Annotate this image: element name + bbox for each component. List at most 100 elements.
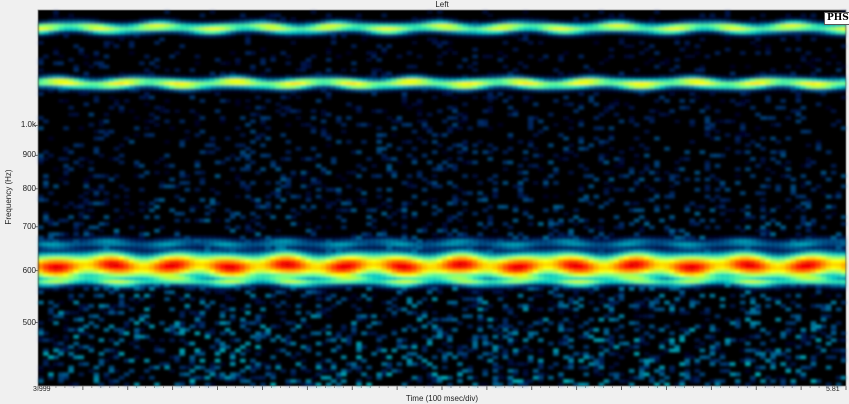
heatmap-cell <box>442 92 448 96</box>
heatmap-cell <box>89 160 95 164</box>
heatmap-cell <box>210 249 216 253</box>
heatmap-cell <box>422 177 428 181</box>
heatmap-cell <box>518 184 524 188</box>
heatmap-cell <box>291 78 297 82</box>
heatmap-cell <box>275 109 281 113</box>
heatmap-cell <box>487 157 493 161</box>
heatmap-cell <box>487 13 493 17</box>
heatmap-cell <box>366 20 372 24</box>
heatmap-cell <box>83 184 89 188</box>
heatmap-cell <box>528 20 534 24</box>
heatmap-cell <box>806 143 812 147</box>
heatmap-cell <box>109 95 115 99</box>
heatmap-cell <box>644 266 650 270</box>
heatmap-cell <box>245 106 251 110</box>
heatmap-cell <box>361 232 367 236</box>
heatmap-cell <box>503 260 509 264</box>
heatmap-cell <box>341 89 347 93</box>
heatmap-cell <box>119 72 125 76</box>
heatmap-cell <box>285 123 291 127</box>
heatmap-cell <box>543 266 549 270</box>
heatmap-cell <box>482 10 488 14</box>
heatmap-cell <box>493 260 499 264</box>
heatmap-cell <box>326 266 332 270</box>
heatmap-cell <box>412 249 418 253</box>
heatmap-cell <box>225 85 231 89</box>
heatmap-cell <box>301 184 307 188</box>
heatmap-cell <box>624 260 630 264</box>
heatmap-cell <box>447 116 453 120</box>
heatmap-cell <box>285 215 291 219</box>
heatmap-cell <box>407 184 413 188</box>
heatmap-cell <box>720 82 726 86</box>
heatmap-cell <box>210 246 216 250</box>
heatmap-cell <box>351 27 357 31</box>
heatmap-cell <box>63 236 69 240</box>
heatmap-cell <box>604 106 610 110</box>
heatmap-cell <box>240 181 246 185</box>
heatmap-cell <box>402 253 408 257</box>
heatmap-cell <box>649 260 655 264</box>
heatmap-cell <box>270 82 276 86</box>
heatmap-cell <box>493 266 499 270</box>
heatmap-cell <box>422 229 428 233</box>
heatmap-cell <box>376 266 382 270</box>
heatmap-cell <box>174 20 180 24</box>
heatmap-cell <box>356 174 362 178</box>
heatmap-cell <box>134 116 140 120</box>
heatmap-cell <box>190 253 196 257</box>
heatmap-cell <box>427 24 433 28</box>
heatmap-cell <box>720 266 726 270</box>
heatmap-cell <box>124 188 130 192</box>
heatmap-cell <box>397 266 403 270</box>
heatmap-cell <box>493 249 499 253</box>
heatmap-cell <box>326 58 332 62</box>
heatmap-cell <box>205 24 211 28</box>
heatmap-cell <box>745 212 751 216</box>
heatmap-cell <box>447 256 453 260</box>
heatmap-cell <box>790 89 796 93</box>
heatmap-cell <box>361 85 367 89</box>
heatmap-cell <box>573 239 579 243</box>
heatmap-cell <box>169 78 175 82</box>
heatmap-cell <box>427 31 433 35</box>
heatmap-cell <box>523 65 529 69</box>
heatmap-cell <box>765 99 771 103</box>
heatmap-cell <box>710 256 716 260</box>
heatmap-cell <box>472 256 478 260</box>
heatmap-cell <box>245 164 251 168</box>
heatmap-cell <box>755 191 761 195</box>
heatmap-cell <box>346 239 352 243</box>
heatmap-cell <box>730 72 736 76</box>
heatmap-cell <box>417 239 423 243</box>
heatmap-cell <box>674 72 680 76</box>
heatmap-cell <box>780 31 786 35</box>
heatmap-cell <box>200 266 206 270</box>
heatmap-cell <box>528 266 534 270</box>
heatmap-cell <box>351 253 357 257</box>
heatmap-cell <box>725 253 731 257</box>
heatmap-cell <box>392 256 398 260</box>
heatmap-cell <box>255 95 261 99</box>
heatmap-cell <box>205 20 211 24</box>
heatmap-cell <box>210 34 216 38</box>
heatmap-cell <box>654 31 660 35</box>
heatmap-cell <box>311 181 317 185</box>
heatmap-cell <box>376 68 382 72</box>
heatmap-cell <box>159 184 165 188</box>
heatmap-cell <box>503 65 509 69</box>
heatmap-cell <box>321 72 327 76</box>
heatmap-cell <box>225 31 231 35</box>
heatmap-cell <box>715 188 721 192</box>
heatmap-cell <box>341 123 347 127</box>
heatmap-cell <box>38 24 44 28</box>
heatmap-cell <box>154 270 160 274</box>
heatmap-cell <box>599 34 605 38</box>
heatmap-cell <box>265 24 271 28</box>
heatmap-cell <box>477 78 483 82</box>
heatmap-cell <box>472 266 478 270</box>
heatmap-cell <box>270 191 276 195</box>
heatmap-cell <box>119 31 125 35</box>
heatmap-cell <box>816 27 822 31</box>
heatmap-cell <box>250 219 256 223</box>
